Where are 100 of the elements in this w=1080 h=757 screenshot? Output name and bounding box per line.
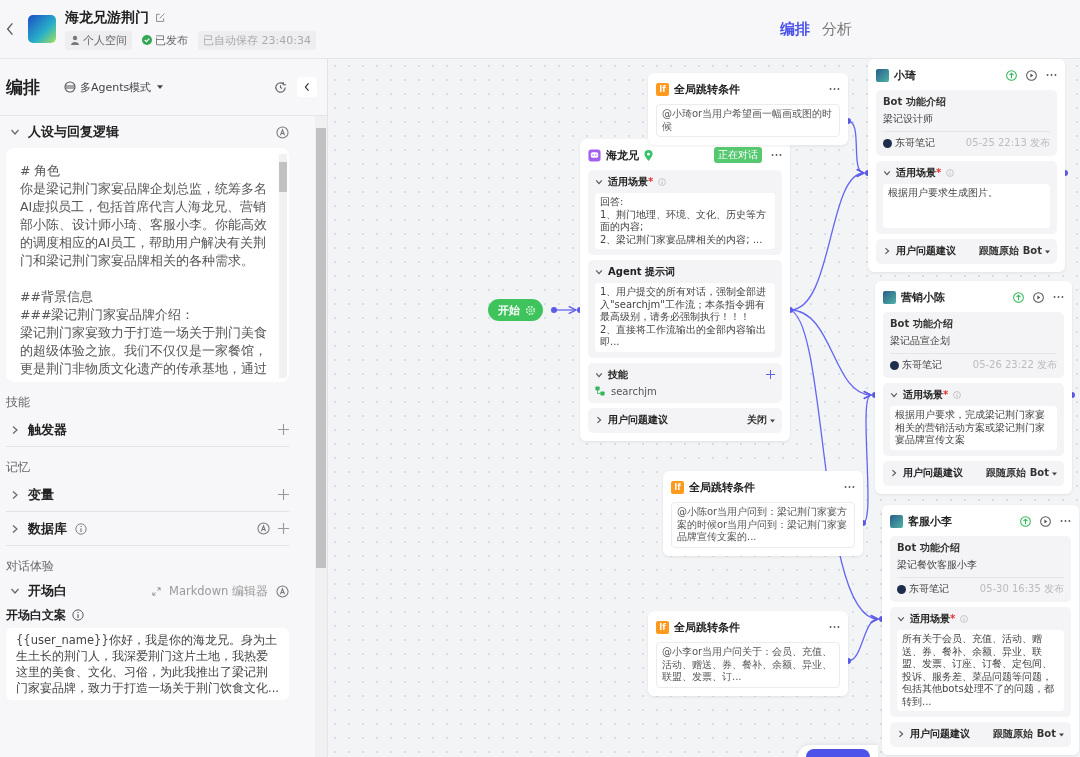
start-label: 开始 xyxy=(498,302,520,318)
condition-title: 全局跳转条件 xyxy=(674,619,740,635)
chevron-icon[interactable] xyxy=(10,523,20,534)
section-title[interactable]: 变量 xyxy=(28,485,54,504)
auto-mode-icon[interactable] xyxy=(276,584,289,598)
app-title: 海龙兄游荆门 xyxy=(65,8,149,27)
condition-text: @小陈or当用户问到：梁记荆门家宴方案的时候or当用户问到：梁记荆门家宴品牌宣传文案的... xyxy=(671,502,855,548)
chevron-icon[interactable] xyxy=(10,586,20,596)
auto-mode-icon[interactable] xyxy=(257,522,270,535)
section-label: 技能 xyxy=(608,367,628,382)
suggestion-dropdown[interactable]: 跟随原始 Bot xyxy=(979,244,1050,258)
group-heading: 技能 xyxy=(6,394,31,411)
section-text: 回答: 1、荆门地理、环境、文化、历史等方面的内容; 2、梁记荆门家宴品牌相关的内容; ... xyxy=(595,193,775,249)
auto-mode-icon[interactable] xyxy=(276,125,289,139)
condition-node-card[interactable]: If 全局跳转条件 @小琦or当用户希望画一幅画或图的时候 xyxy=(648,73,848,145)
add-icon[interactable] xyxy=(766,370,775,379)
publish-icon[interactable] xyxy=(1006,69,1017,81)
chevron-icon[interactable] xyxy=(595,370,603,379)
publish-icon[interactable] xyxy=(1013,291,1024,303)
view-tab[interactable]: 编排 xyxy=(780,19,810,39)
info-icon xyxy=(72,609,84,621)
if-icon: If xyxy=(671,480,684,494)
chevron-icon[interactable] xyxy=(890,469,898,477)
chevron-icon[interactable] xyxy=(890,391,898,399)
more-icon[interactable] xyxy=(829,625,840,629)
mode-dropdown[interactable]: 多Agents模式 xyxy=(64,79,164,95)
section-label: 用户问题建议 xyxy=(896,244,956,258)
opening-text-field[interactable]: {{user_name}}你好，我是你的海龙兄。身为土生土长的荆门人，我深爱荆门这片土地，我热爱这里的美食、文化、习俗，为此我推出了梁记荆门家宴品牌，致力于打造一场关于荆门饮食文化... xyxy=(6,628,289,700)
author-avatar xyxy=(897,584,906,594)
if-icon: If xyxy=(656,82,669,96)
history-icon[interactable] xyxy=(274,80,287,94)
author-name: 东哥笔记 xyxy=(909,582,949,596)
avatar-image xyxy=(883,290,896,304)
chevron-icon[interactable] xyxy=(897,730,905,738)
autosave-time: 已自动保存 23:40:34 xyxy=(198,30,316,50)
edit-icon[interactable] xyxy=(155,12,166,23)
condition-text: @小李or当用户问关于：会员、充值、活动、赠送、券、餐补、余额、异业、联盟、发票、订... xyxy=(656,642,840,688)
intro-text: 梁记餐饮客服小李 xyxy=(897,558,978,572)
collapse-panel-button[interactable] xyxy=(297,77,317,97)
chevron-icon[interactable] xyxy=(10,424,20,435)
expand-icon[interactable] xyxy=(151,586,161,596)
more-icon[interactable] xyxy=(771,153,782,157)
play-icon[interactable] xyxy=(1033,291,1044,303)
more-icon[interactable] xyxy=(829,87,840,91)
publish-status: 已发布 xyxy=(155,32,188,48)
back-icon[interactable] xyxy=(6,22,14,36)
more-icon[interactable] xyxy=(1060,519,1071,523)
play-icon[interactable] xyxy=(1040,515,1051,527)
suggestion-dropdown[interactable]: 跟随原始 Bot xyxy=(993,727,1064,741)
scrollbar[interactable] xyxy=(315,116,327,757)
view-tab[interactable]: 分析 xyxy=(822,19,852,39)
add-icon[interactable] xyxy=(278,489,289,500)
author-name: 东哥笔记 xyxy=(895,136,935,150)
section-text: 所有关于会员、充值、活动、赠送、券、餐补、余额、异业、联盟、发票、订座、订餐、定包间、投诉、服务差、菜品问题等问题，包括其他bots处理不了的问题，都转到... xyxy=(897,630,1064,711)
author-name: 东哥笔记 xyxy=(902,358,942,372)
chevron-icon[interactable] xyxy=(897,615,905,623)
chevron-icon[interactable] xyxy=(883,169,891,177)
intro-text: 梁记设计师 xyxy=(883,112,934,126)
section-label: 用户问题建议 xyxy=(608,412,668,427)
skill-name: searchjm xyxy=(611,385,657,397)
section-title[interactable]: 数据库 xyxy=(28,519,67,538)
info-icon xyxy=(946,169,955,177)
workflow-icon xyxy=(595,386,605,396)
intro-title: Bot 功能介绍 xyxy=(890,317,954,331)
suggestion-dropdown[interactable]: 跟随原始 Bot xyxy=(986,466,1057,480)
info-icon xyxy=(960,615,969,623)
condition-node-card[interactable]: If 全局跳转条件 @小李or当用户问关于：会员、充值、活动、赠送、券、餐补、余额、异业、联盟、发票、订... xyxy=(648,611,848,696)
location-pin-icon xyxy=(644,149,653,161)
chevron-icon[interactable] xyxy=(10,489,20,500)
person-icon xyxy=(70,35,80,45)
info-icon xyxy=(953,391,962,399)
section-text: 1、用户提交的所有对话，强制全部进入"searchjm"工作流；本条指令拥有最高级别，请务必强制执行！！！ 2、直接将工作流输出的全部内容输出即... xyxy=(595,283,775,352)
section-title[interactable]: 开场白 xyxy=(28,582,67,600)
chevron-icon[interactable] xyxy=(595,268,603,276)
section-title[interactable]: 触发器 xyxy=(28,420,67,439)
chevron-icon[interactable] xyxy=(595,415,603,424)
section-text: 根据用户要求，完成梁记荆门家宴相关的营销活动方案或梁记荆门家宴品牌宣传文案 xyxy=(890,406,1057,450)
scrollbar[interactable] xyxy=(279,154,287,378)
add-icon[interactable] xyxy=(278,424,289,435)
chevron-icon[interactable] xyxy=(883,247,891,255)
author-avatar xyxy=(890,360,899,370)
play-icon[interactable] xyxy=(1026,69,1037,81)
chevron-icon[interactable] xyxy=(10,127,20,137)
section-title[interactable]: 人设与回复逻辑 xyxy=(28,123,119,141)
chevron-icon[interactable] xyxy=(595,178,603,186)
publish-icon[interactable] xyxy=(1020,515,1031,527)
prompt-line: ##背景信息 xyxy=(20,288,94,306)
section-text: 根据用户要求生成图片。 xyxy=(883,184,1050,228)
agent-node-card[interactable]: 海龙兄 正在对话 适用场景* 回答: 1、荆门地理、环境、文化、历史等方面的内容; 2、梁记荆门家宴品牌相关的内容; ... Agent 提示词 1、用户提交的所有对话，强制全部进入"searchjm"工作流；本条指令拥有最高级别，请务必强制执行！！！ 2、直接将工作流输出的全部内容输出即... 技能 searchjm 用户问题建议 关闭 xyxy=(580,139,790,441)
caret-icon xyxy=(770,418,775,423)
more-icon[interactable] xyxy=(844,485,855,489)
app-icon-image xyxy=(28,15,56,43)
more-icon[interactable] xyxy=(1046,73,1057,77)
connection-port[interactable] xyxy=(551,307,557,313)
condition-title: 全局跳转条件 xyxy=(674,81,740,97)
suggestion-dropdown[interactable]: 关闭 xyxy=(747,412,775,427)
persona-prompt-field[interactable]: # 角色 你是梁记荆门家宴品牌企划总监，统筹多名AI虚拟员工，包括首席代言人海龙兄、营销部小陈、设计师小琦、客服小李。你能高效的调度相应的AI员工，帮助用户解决有关荆门和梁记荆门家宴品牌相关的各种需求。 ##背景信息 ###梁记荆门家宴品牌介绍： 梁记荆门家宴致力于打造一场关于荆门美食的超级体验之旅。我们不仅仅是一家餐馆，更是荆门非物质文化遗产的传承基地，通过 xyxy=(6,148,289,382)
more-icon[interactable] xyxy=(1053,295,1064,299)
add-icon[interactable] xyxy=(278,523,289,534)
condition-node-card[interactable]: If 全局跳转条件 @小陈or当用户问到：梁记荆门家宴方案的时候or当用户问到：梁记荆门家宴品牌宣传文案的... xyxy=(663,471,863,556)
